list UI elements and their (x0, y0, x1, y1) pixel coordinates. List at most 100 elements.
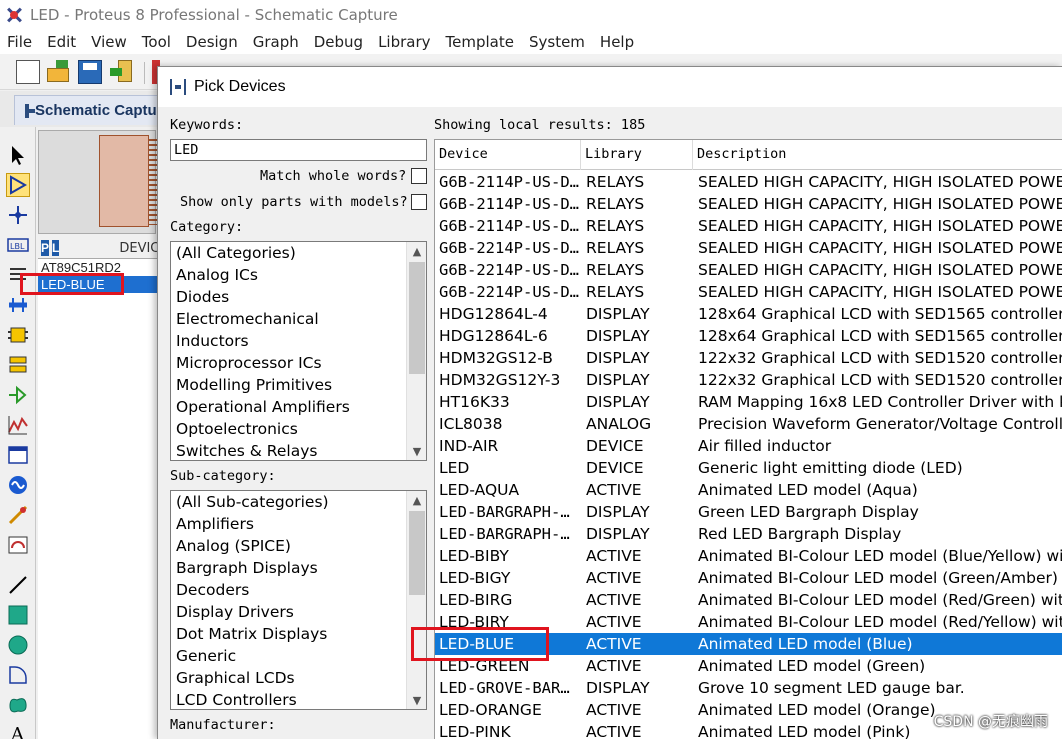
tab-schematic-capture[interactable]: Schematic Capture (14, 95, 171, 125)
cell-description: SEALED HIGH CAPACITY, HIGH ISOLATED POWE… (698, 283, 1062, 301)
menu-graph[interactable]: Graph (246, 33, 307, 51)
device-pin-icon[interactable] (6, 383, 30, 407)
menu-design[interactable]: Design (179, 33, 246, 51)
list-item[interactable]: Inductors (171, 330, 426, 352)
list-item[interactable]: Display Drivers (171, 601, 426, 623)
list-item[interactable]: Bargraph Displays (171, 557, 426, 579)
menu-library[interactable]: Library (371, 33, 438, 51)
category-list[interactable]: (All Categories) Analog ICs Diodes Electrom… (170, 241, 427, 461)
table-row[interactable]: G6B-2214P-US-D… RELAYS SEALED HIGH CAPACIT… (435, 237, 1062, 259)
scroll-down-icon[interactable]: ▼ (407, 442, 426, 460)
scroll-up-icon[interactable]: ▲ (407, 491, 426, 509)
list-item[interactable]: LCD Controllers (171, 689, 426, 709)
table-row[interactable]: IND-AIR DEVICE Air filled inductor (435, 435, 1062, 457)
circle-icon[interactable] (6, 633, 30, 657)
cell-description: Animated BI-Colour LED model (Green/Ambe… (698, 569, 1062, 587)
path-icon[interactable] (6, 693, 30, 717)
list-item[interactable]: Operational Amplifiers (171, 396, 426, 418)
table-row[interactable]: HT16K33 DISPLAY RAM Mapping 16x8 LED Contr… (435, 391, 1062, 413)
match-whole-words-checkbox[interactable] (411, 168, 427, 184)
table-row[interactable]: G6B-2214P-US-D… RELAYS SEALED HIGH CAPACIT… (435, 281, 1062, 303)
list-item[interactable]: (All Sub-categories) (171, 491, 426, 513)
selection-mode-icon[interactable] (6, 143, 30, 167)
list-item[interactable]: Electromechanical (171, 308, 426, 330)
table-row[interactable]: G6B-2114P-US-D… RELAYS SEALED HIGH CAPACIT… (435, 171, 1062, 193)
table-row[interactable]: G6B-2214P-US-D… RELAYS SEALED HIGH CAPACIT… (435, 259, 1062, 281)
cell-library: ACTIVE (586, 613, 642, 631)
table-row[interactable]: ICL8038 ANALOG Precision Waveform Generato… (435, 413, 1062, 435)
subcircuit-icon[interactable] (6, 323, 30, 347)
subcategory-list[interactable]: (All Sub-categories) Amplifiers Analog (SP… (170, 490, 427, 710)
list-item[interactable]: Diodes (171, 286, 426, 308)
table-row[interactable]: LED-BIGY ACTIVE Animated BI-Colour LED mod… (435, 567, 1062, 589)
list-item[interactable]: Microprocessor ICs (171, 352, 426, 374)
list-item[interactable]: (All Categories) (171, 242, 426, 264)
table-row[interactable]: LED DEVICE Generic light emitting diode (L… (435, 457, 1062, 479)
box-icon[interactable] (6, 603, 30, 627)
menu-help[interactable]: Help (593, 33, 642, 51)
cell-description: Animated LED model (Green) (698, 657, 926, 675)
list-item[interactable]: Switches & Relays (171, 440, 426, 460)
menu-file[interactable]: File (0, 33, 40, 51)
arc-icon[interactable] (6, 663, 30, 687)
voltage-probe-icon[interactable] (6, 503, 30, 527)
scroll-down-icon[interactable]: ▼ (407, 691, 426, 709)
chip-preview (99, 135, 149, 227)
wire-label-icon[interactable]: LBL (6, 233, 30, 257)
table-row[interactable]: LED-BIBY ACTIVE Animated BI-Colour LED mod… (435, 545, 1062, 567)
menu-tool[interactable]: Tool (135, 33, 179, 51)
table-row[interactable]: LED-BARGRAPH-… DISPLAY Green LED Bargraph … (435, 501, 1062, 523)
overview-preview[interactable] (38, 130, 157, 234)
category-scrollbar[interactable]: ▲ ▼ (406, 242, 426, 460)
table-row[interactable]: LED-BIRG ACTIVE Animated BI-Colour LED mod… (435, 589, 1062, 611)
virtual-instrument-icon[interactable] (6, 533, 30, 557)
column-header-device[interactable]: Device (435, 140, 581, 170)
list-item[interactable]: Decoders (171, 579, 426, 601)
table-row[interactable]: LED-AQUA ACTIVE Animated LED model (Aqua) (435, 479, 1062, 501)
terminal-icon[interactable] (6, 353, 30, 377)
list-item[interactable]: Analog (SPICE) (171, 535, 426, 557)
table-row[interactable]: HDM32GS12Y-3 DISPLAY 122x32 Graphical LCD … (435, 369, 1062, 391)
list-item[interactable]: Graphical LCDs (171, 667, 426, 689)
scroll-thumb[interactable] (409, 262, 425, 374)
list-item[interactable]: Dot Matrix Displays (171, 623, 426, 645)
text-icon[interactable]: A (6, 719, 30, 739)
scroll-up-icon[interactable]: ▲ (407, 242, 426, 260)
menu-view[interactable]: View (84, 33, 135, 51)
menu-debug[interactable]: Debug (307, 33, 371, 51)
menu-system[interactable]: System (522, 33, 593, 51)
list-item[interactable]: Amplifiers (171, 513, 426, 535)
keywords-input[interactable]: LED (170, 139, 427, 161)
table-row[interactable]: HDG12864L-4 DISPLAY 128x64 Graphical LCD w… (435, 303, 1062, 325)
save-icon[interactable] (78, 60, 102, 84)
line-icon[interactable] (6, 573, 30, 597)
generator-icon[interactable] (6, 473, 30, 497)
junction-dot-icon[interactable] (6, 203, 30, 227)
list-item[interactable]: Modelling Primitives (171, 374, 426, 396)
table-row[interactable]: LED-BARGRAPH-… DISPLAY Red LED Bargraph Di… (435, 523, 1062, 545)
subcategory-scrollbar[interactable]: ▲ ▼ (406, 491, 426, 709)
graph-icon[interactable] (6, 413, 30, 437)
tape-recorder-icon[interactable] (6, 443, 30, 467)
column-header-library[interactable]: Library (581, 140, 693, 170)
list-item[interactable]: Analog ICs (171, 264, 426, 286)
bus-icon[interactable] (6, 293, 30, 317)
column-header-description[interactable]: Description (693, 140, 1062, 170)
table-row[interactable]: LED-GROVE-BAR… DISPLAY Grove 10 segment LE… (435, 677, 1062, 699)
new-file-icon[interactable] (16, 60, 40, 84)
table-row[interactable]: HDG12864L-6 DISPLAY 128x64 Graphical LCD w… (435, 325, 1062, 347)
list-item[interactable]: Generic (171, 645, 426, 667)
menu-edit[interactable]: Edit (40, 33, 84, 51)
menu-template[interactable]: Template (439, 33, 522, 51)
table-row[interactable]: HDM32GS12-B DISPLAY 122x32 Graphical LCD w… (435, 347, 1062, 369)
open-folder-icon[interactable] (46, 60, 70, 84)
pick-device-button[interactable]: P (41, 240, 50, 256)
import-icon[interactable] (110, 60, 134, 84)
list-item[interactable]: Optoelectronics (171, 418, 426, 440)
component-mode-icon[interactable] (6, 173, 30, 197)
table-row[interactable]: G6B-2114P-US-D… RELAYS SEALED HIGH CAPACIT… (435, 193, 1062, 215)
scroll-thumb[interactable] (409, 511, 425, 595)
library-manager-button[interactable]: L (52, 240, 60, 256)
table-row[interactable]: G6B-2114P-US-D… RELAYS SEALED HIGH CAPACIT… (435, 215, 1062, 237)
show-models-checkbox[interactable] (411, 194, 427, 210)
